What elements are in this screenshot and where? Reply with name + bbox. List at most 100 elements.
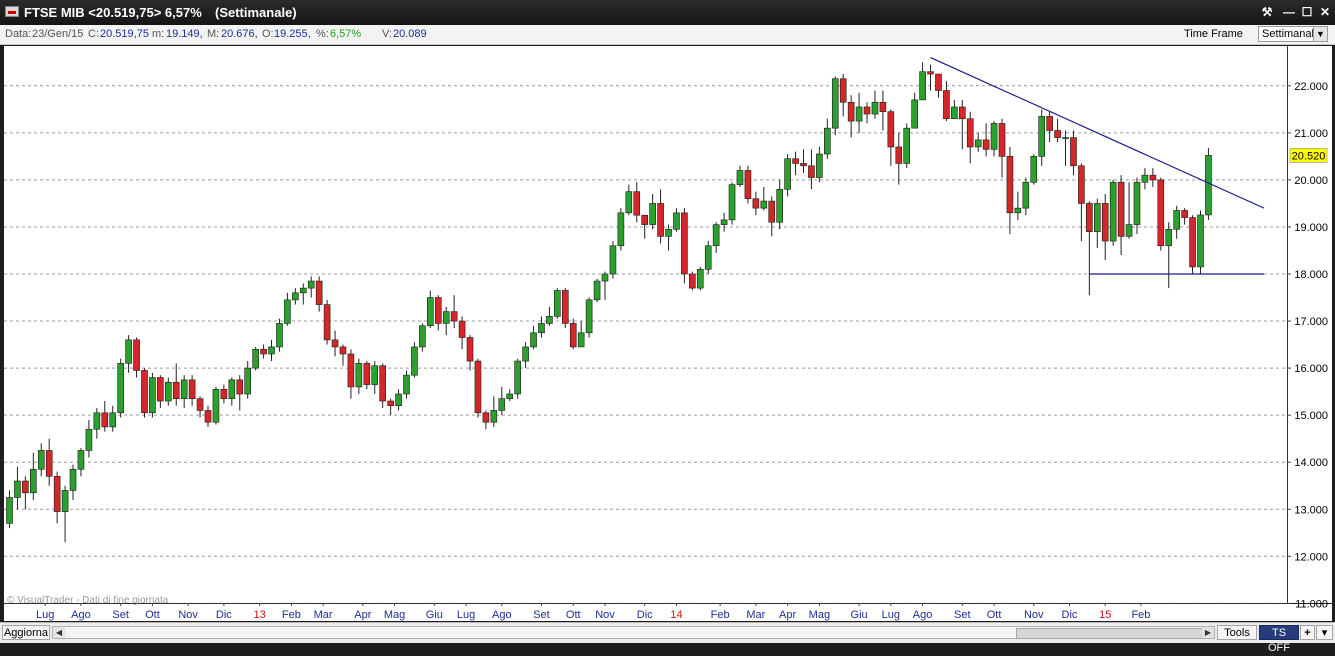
candle-body — [474, 360, 482, 414]
watermark-text: © VisualTrader - Dati di fine giornata — [7, 595, 169, 606]
candle-body — [792, 158, 799, 164]
candle-body — [371, 365, 379, 385]
candle-body — [355, 363, 363, 388]
menu-chevron-icon[interactable]: ▾ — [1316, 625, 1333, 640]
y-tick-label: 15.000 — [1294, 410, 1328, 422]
add-button[interactable]: + — [1300, 625, 1315, 640]
candle-body — [506, 393, 514, 399]
x-tick-label: Set — [533, 609, 550, 621]
candle-body — [990, 123, 998, 150]
candle-body — [847, 101, 855, 122]
candle-body — [1109, 181, 1117, 242]
candle-body — [585, 299, 593, 334]
candle-body — [1205, 155, 1212, 216]
y-tick-label: 11.000 — [1295, 598, 1328, 610]
candle-body — [784, 158, 791, 190]
scrollbar-thumb[interactable] — [1016, 628, 1204, 639]
x-tick-label: Giu — [426, 609, 443, 621]
candle-body — [911, 99, 918, 129]
candle-body — [315, 280, 323, 305]
maximize-button[interactable]: ☐ — [1299, 4, 1315, 20]
last-price-label: 20.520 — [1292, 150, 1326, 162]
y-tick-label: 19.000 — [1294, 222, 1328, 234]
refresh-button[interactable]: Aggiorna — [2, 625, 50, 640]
candle-body — [411, 346, 418, 376]
candle-body — [839, 78, 847, 103]
candle-body — [427, 297, 434, 327]
timeframe-select-value: Settimanale — [1262, 28, 1321, 40]
candle-body — [744, 170, 752, 200]
candle-body — [331, 339, 339, 348]
x-tick-label: Apr — [354, 609, 371, 621]
tool-icon[interactable]: ⚒ — [1259, 4, 1275, 20]
ts-toggle-button[interactable]: TS OFF — [1259, 625, 1299, 654]
candle-body — [61, 490, 69, 512]
candlestick-chart[interactable]: 22.000 21.000 20.000 19.000 18.000 17.000 16.0… — [0, 45, 1335, 622]
candle-body — [387, 400, 394, 407]
candle-body — [53, 476, 61, 512]
x-tick-label: Feb — [1131, 609, 1150, 621]
candle-body — [149, 377, 156, 414]
candle-body — [712, 224, 720, 247]
quote-info-bar: Data: 23/Gen/15 C: 20.519,75 m: 19.149, … — [0, 25, 1335, 45]
candle-body — [808, 165, 815, 178]
candle-body — [117, 363, 124, 414]
candle-body — [268, 346, 275, 355]
chart-scrollbar[interactable]: ◀ ▶ — [52, 626, 1215, 639]
candle-body — [720, 219, 728, 225]
pct-value: 6,57% — [330, 28, 362, 40]
candle-body — [561, 290, 569, 324]
plot-area — [4, 46, 1287, 603]
low-label: m: — [152, 28, 165, 40]
candle-body — [704, 245, 712, 270]
candle-body — [490, 410, 498, 423]
candle-body — [347, 353, 355, 388]
close-button[interactable]: ✕ — [1317, 4, 1333, 20]
high-value: 20.676, — [221, 28, 258, 40]
chevron-down-icon[interactable]: ▼ — [1313, 27, 1327, 41]
candle-body — [165, 381, 172, 402]
minimize-button[interactable]: — — [1281, 4, 1297, 20]
candle-body — [403, 374, 410, 395]
candle-body — [14, 480, 21, 498]
candle-body — [673, 212, 680, 230]
candle-body — [157, 377, 164, 402]
candle-body — [379, 365, 386, 402]
candle-body — [466, 337, 474, 362]
candle-body — [244, 367, 251, 395]
candle-body — [958, 106, 966, 120]
x-tick-label: Dic — [637, 609, 653, 621]
y-tick-label: 13.000 — [1294, 504, 1328, 516]
candle-body — [1046, 116, 1053, 131]
candle-body — [1070, 137, 1077, 167]
window-timeframe-title: (Settimanale) — [215, 5, 297, 20]
candle-body — [434, 297, 442, 324]
candle-body — [800, 163, 807, 167]
candle-body — [974, 139, 982, 148]
open-value: 19.255, — [274, 28, 311, 40]
candle-body — [966, 118, 974, 148]
y-tick-label: 14.000 — [1294, 457, 1328, 469]
x-tick-label: Lug — [457, 609, 475, 621]
candle-body — [530, 332, 537, 348]
tools-button[interactable]: Tools — [1217, 625, 1257, 640]
x-tick-label: 15 — [1099, 609, 1111, 621]
candle-body — [37, 450, 45, 470]
candle-body — [546, 316, 553, 324]
candle-body — [284, 299, 291, 324]
candle-body — [1038, 116, 1045, 157]
timeframe-select[interactable]: Settimanale ▼ — [1258, 26, 1328, 42]
candle-body — [1133, 181, 1141, 225]
candle-body — [172, 381, 180, 399]
candle-body — [1030, 156, 1038, 183]
y-tick-label: 12.000 — [1294, 551, 1328, 563]
timeframe-label: Time Frame — [1184, 28, 1243, 40]
x-tick-label: Ott — [145, 609, 160, 621]
close-label: C: — [88, 28, 99, 40]
scroll-right-icon[interactable]: ▶ — [1202, 627, 1214, 638]
candle-body — [577, 332, 585, 348]
scroll-left-icon[interactable]: ◀ — [53, 627, 65, 638]
candle-body — [776, 189, 783, 223]
candle-body — [1078, 165, 1085, 204]
x-tick-label: Mag — [809, 609, 830, 621]
